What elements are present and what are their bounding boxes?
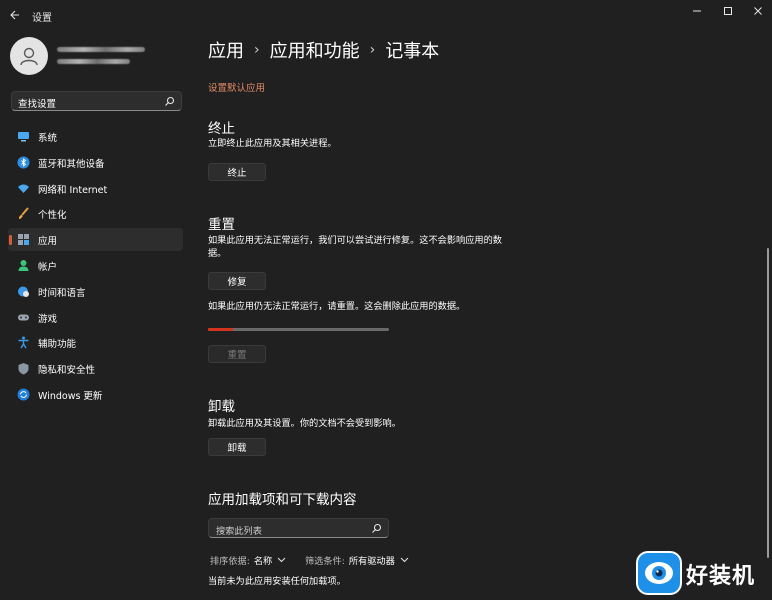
sidebar-item-label: 隐私和安全性 (38, 365, 96, 377)
breadcrumb-item-apps-features[interactable]: 应用和功能 (270, 37, 360, 63)
progress-fill (208, 328, 234, 331)
maximize-icon (724, 7, 732, 15)
close-button[interactable] (748, 4, 768, 18)
bluetooth-icon (17, 156, 30, 169)
sidebar-item-bluetooth[interactable]: 蓝牙和其他设备 (8, 151, 183, 174)
settings-search-input[interactable]: 查找设置 (11, 91, 182, 111)
addons-empty-text: 当前未为此应用安装任何加载项。 (208, 576, 346, 587)
sidebar-item-time-language[interactable]: 时间和语言 (8, 280, 183, 303)
maximize-button[interactable] (718, 4, 738, 18)
sort-label: 排序依据: (210, 556, 250, 567)
sidebar-item-label: 个性化 (38, 210, 67, 222)
sidebar-item-accounts[interactable]: 帐户 (8, 254, 183, 277)
uninstall-description: 卸载此应用及其设置。你的文档不会受到影响。 (208, 418, 401, 429)
back-button[interactable] (6, 6, 24, 24)
person-icon (17, 259, 30, 272)
reset-heading: 重置 (208, 217, 235, 233)
sidebar-item-label: 帐户 (38, 261, 58, 273)
terminate-description: 立即终止此应用及其相关进程。 (208, 138, 337, 149)
sidebar-item-label: Windows 更新 (38, 390, 103, 402)
sidebar-item-label: 网络和 Internet (38, 184, 108, 196)
sidebar: 查找设置 系统 蓝牙和其他设备 网络和 Internet 个性化 应用 帐户 时… (0, 30, 192, 600)
arrow-left-icon (10, 10, 19, 20)
main-content: 应用 › 应用和功能 › 记事本 设置默认应用 终止 立即终止此应用及其相关进程… (192, 30, 772, 600)
chevron-right-icon: › (369, 42, 376, 58)
page-title: 记事本 (385, 41, 440, 62)
sort-value: 名称 (253, 556, 273, 567)
apps-icon (17, 233, 30, 246)
repair-description-line2: 据。 (208, 248, 227, 259)
avatar[interactable] (10, 37, 48, 75)
addons-search-placeholder: 搜索此列表 (216, 526, 262, 537)
app-title: 设置 (32, 13, 52, 24)
default-apps-link[interactable]: 设置默认应用 (208, 80, 265, 94)
terminate-heading: 终止 (208, 121, 235, 137)
account-email2-blurred (57, 59, 130, 64)
sidebar-item-network[interactable]: 网络和 Internet (8, 177, 183, 200)
chevron-down-icon (277, 557, 286, 563)
uninstall-heading: 卸载 (208, 399, 235, 415)
title-bar: 设置 (0, 0, 772, 30)
nav-list: 系统 蓝牙和其他设备 网络和 Internet 个性化 应用 帐户 时间和语言 (8, 125, 183, 409)
sidebar-item-label: 应用 (38, 236, 58, 248)
repair-button[interactable]: 修复 (208, 272, 266, 290)
addons-search-input[interactable]: 搜索此列表 (208, 518, 389, 538)
sidebar-item-accessibility[interactable]: 辅助功能 (8, 331, 183, 354)
shield-icon (17, 362, 30, 375)
account-email-blurred (57, 47, 145, 52)
search-icon (372, 523, 382, 533)
globe-clock-icon (17, 285, 30, 298)
gamepad-icon (17, 311, 30, 324)
watermark-logo-icon (636, 551, 682, 595)
sort-dropdown[interactable]: 排序依据: 名称 (210, 553, 286, 567)
sidebar-item-apps[interactable]: 应用 (8, 228, 183, 252)
terminate-button[interactable]: 终止 (208, 163, 266, 181)
scrollbar[interactable] (767, 248, 769, 558)
chevron-down-icon (400, 557, 409, 563)
search-icon (165, 96, 175, 106)
sidebar-item-label: 系统 (38, 133, 58, 144)
monitor-icon (17, 130, 30, 143)
sidebar-item-gaming[interactable]: 游戏 (8, 306, 183, 329)
sidebar-item-label: 辅助功能 (38, 339, 77, 351)
reset-button[interactable]: 重置 (208, 345, 266, 363)
addons-heading: 应用加载项和可下载内容 (208, 492, 357, 508)
breadcrumb: 应用 › 应用和功能 › 记事本 (208, 37, 439, 63)
sidebar-item-label: 蓝牙和其他设备 (38, 158, 105, 170)
search-placeholder: 查找设置 (18, 99, 57, 110)
minimize-button[interactable] (687, 4, 707, 18)
filter-dropdown[interactable]: 筛选条件: 所有驱动器 (305, 553, 409, 567)
repair-description-line1: 如果此应用无法正常运行，我们可以尝试进行修复。这不会影响应用的数 (208, 235, 502, 246)
filter-value: 所有驱动器 (348, 556, 395, 567)
person-icon (20, 47, 38, 66)
breadcrumb-item-apps[interactable]: 应用 (208, 37, 244, 63)
sidebar-item-system[interactable]: 系统 (8, 125, 183, 148)
uninstall-button[interactable]: 卸载 (208, 438, 266, 456)
sidebar-item-privacy[interactable]: 隐私和安全性 (8, 357, 183, 380)
sidebar-item-label: 游戏 (38, 313, 58, 325)
sidebar-item-windows-update[interactable]: Windows 更新 (8, 383, 183, 406)
sidebar-item-personalization[interactable]: 个性化 (8, 202, 183, 225)
minimize-icon (693, 10, 701, 12)
watermark-text: 好装机 (686, 564, 756, 589)
watermark: 好装机 (636, 549, 770, 597)
wifi-icon (17, 182, 30, 195)
close-icon (754, 7, 762, 15)
filter-label: 筛选条件: (305, 556, 345, 567)
user-profile[interactable] (10, 37, 190, 77)
accessibility-icon (17, 336, 30, 349)
sidebar-item-label: 时间和语言 (38, 287, 86, 299)
update-icon (17, 388, 30, 401)
chevron-right-icon: › (254, 42, 260, 58)
brush-icon (17, 207, 30, 220)
reset-description: 如果此应用仍无法正常运行，请重置。这会删除此应用的数据。 (208, 301, 466, 312)
repair-progress-bar (208, 328, 389, 331)
